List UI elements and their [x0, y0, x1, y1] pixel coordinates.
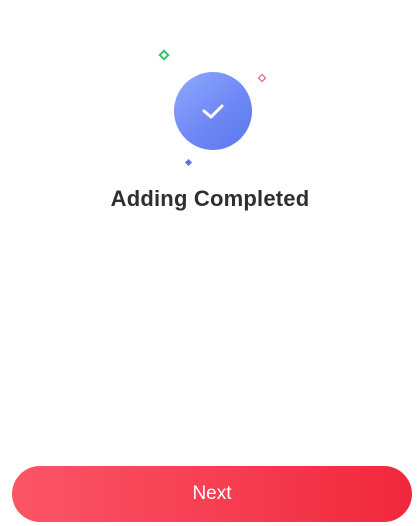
- red-sparkle-icon: [257, 73, 267, 83]
- check-icon: [202, 104, 224, 119]
- blue-sparkle-icon: [184, 158, 193, 167]
- adding-completed-screen: Adding Completed Next: [0, 0, 420, 526]
- success-illustration: [150, 40, 275, 170]
- success-badge: [174, 72, 252, 150]
- status-title: Adding Completed: [110, 186, 310, 211]
- next-button[interactable]: Next: [12, 466, 412, 522]
- green-sparkle-icon: [158, 49, 170, 61]
